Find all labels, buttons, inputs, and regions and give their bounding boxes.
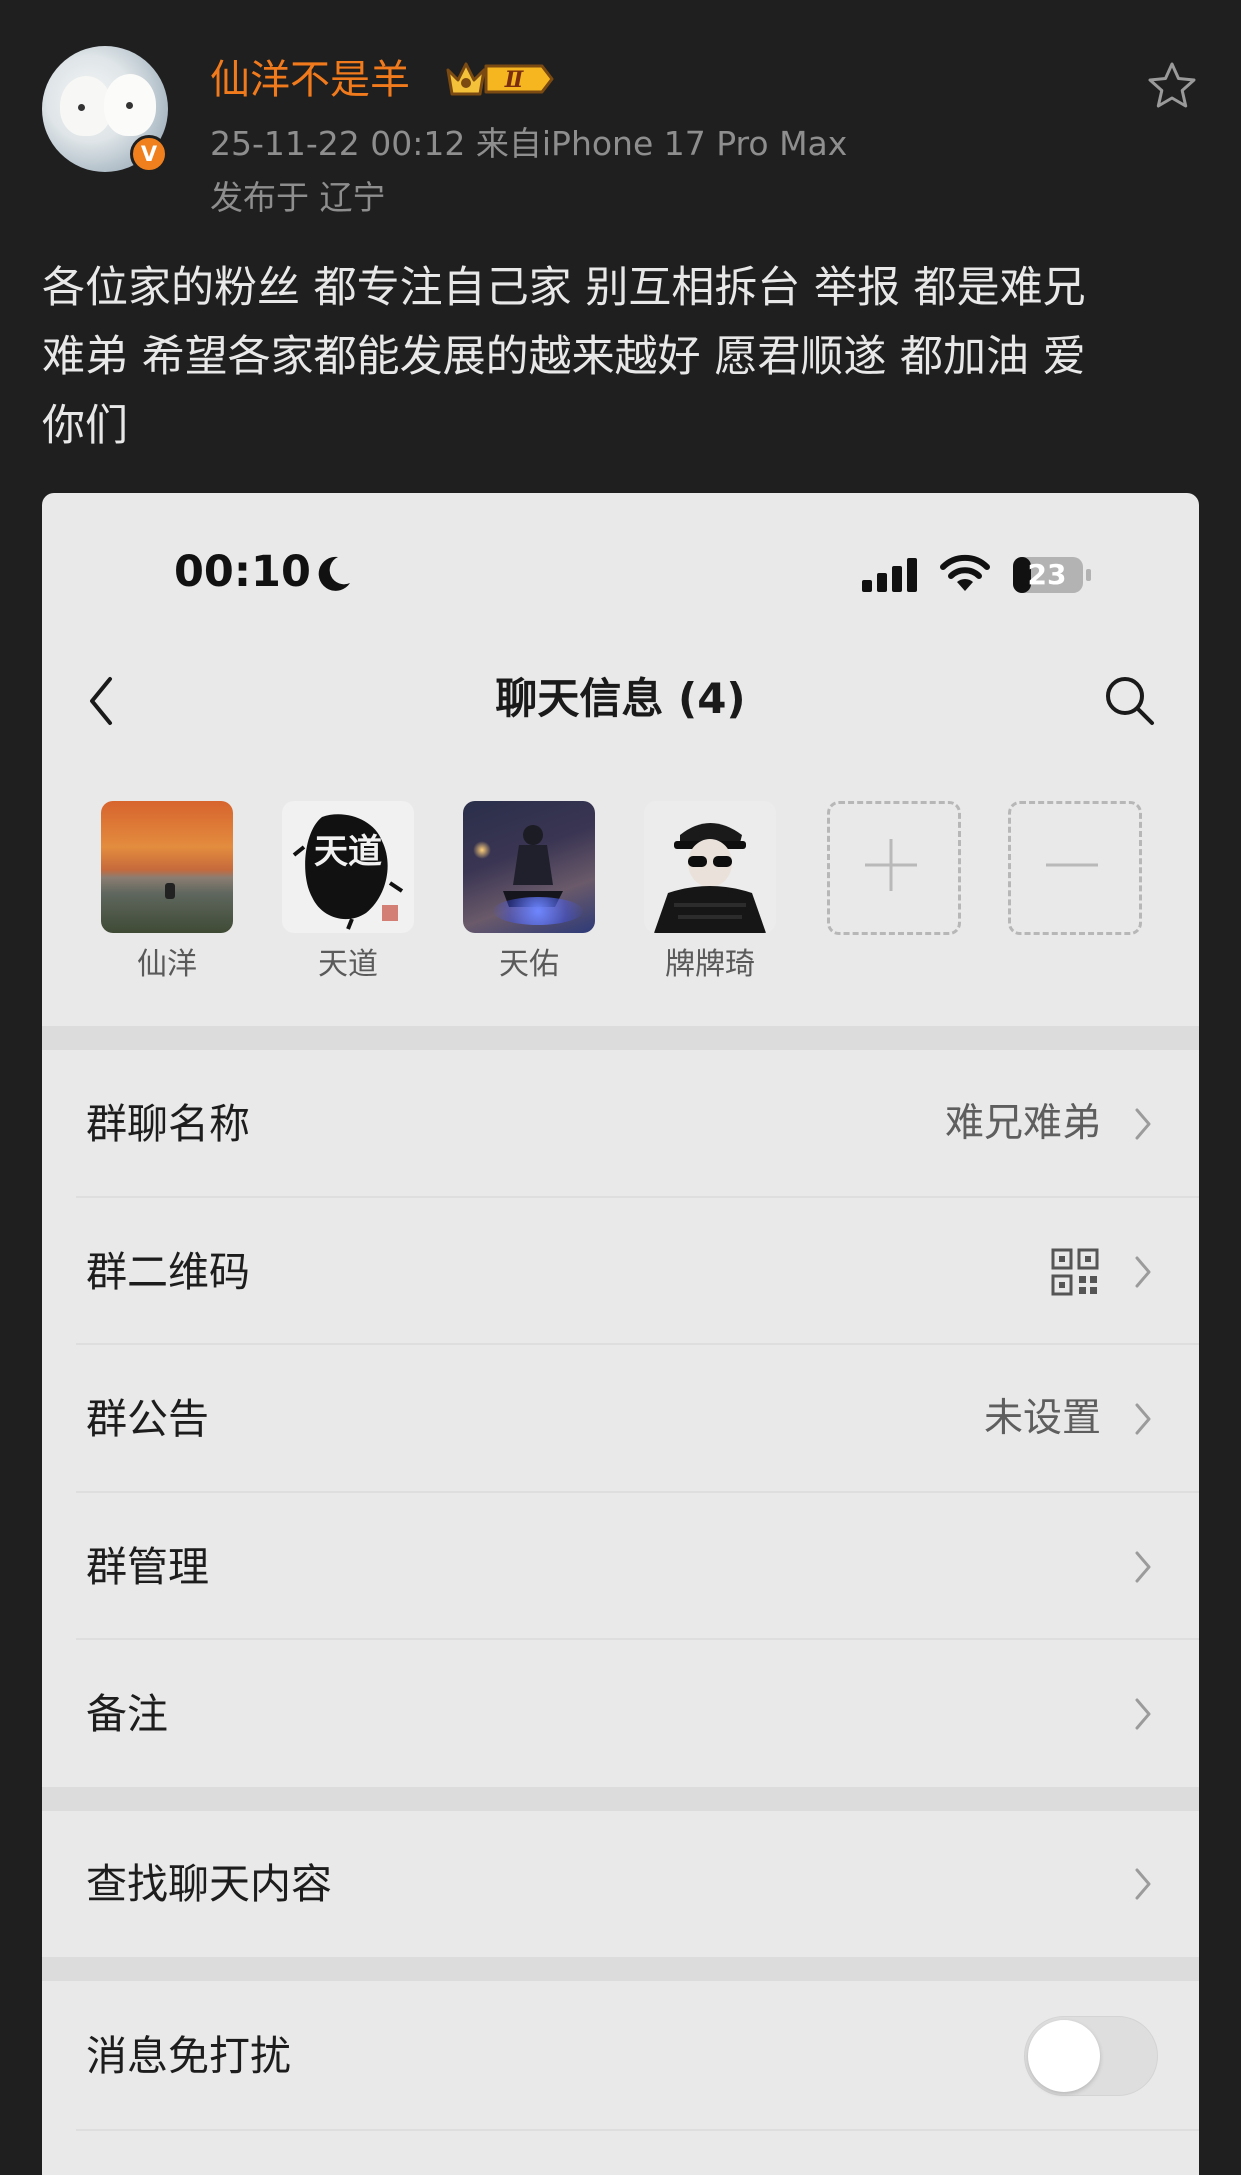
section-divider	[42, 1957, 1199, 1981]
mute-toggle[interactable]	[1024, 2016, 1158, 2096]
member-name: 天道	[318, 947, 378, 982]
setting-label: 查找聊天内容	[86, 1860, 332, 1908]
setting-row-manage[interactable]: 群管理	[42, 1493, 1199, 1640]
night-motorbike-avatar	[463, 801, 595, 933]
post-location: 发布于 辽宁	[210, 178, 386, 217]
signal-icon	[862, 558, 917, 592]
setting-row-qr-code[interactable]: 群二维码	[42, 1198, 1199, 1345]
qr-code-icon	[1051, 1248, 1099, 1296]
add-member-button[interactable]	[827, 801, 961, 935]
setting-label: 群聊名称	[86, 1100, 250, 1148]
sunglasses-avatar	[644, 801, 776, 933]
member-item[interactable]: 天道 天道	[282, 801, 414, 985]
mute-notifications-row[interactable]: 消息免打扰	[42, 1981, 1199, 2131]
calligraphy-avatar: 天道	[282, 801, 414, 933]
member-item[interactable]: 牌牌琦	[644, 801, 776, 985]
post-body-text: 各位家的粉丝 都专注自己家 别互相拆台 举报 都是难兄 难弟 希望各家都能发展的…	[42, 263, 1086, 451]
toggle-knob	[1028, 2020, 1100, 2092]
section-divider	[42, 1026, 1199, 1050]
section-divider	[42, 1787, 1199, 1811]
setting-row-remark[interactable]: 备注	[42, 1640, 1199, 1787]
sunset-sea-avatar	[101, 801, 233, 933]
moon-icon	[318, 556, 350, 591]
post-meta: 25-11-22 00:12 来自iPhone 17 Pro Max	[210, 124, 848, 163]
member-item[interactable]: 仙洋	[101, 801, 233, 985]
vip-crown-icon: Ⅱ	[446, 62, 554, 96]
setting-value: 难兄难弟	[944, 1101, 1101, 1146]
setting-value: 未设置	[983, 1396, 1101, 1441]
search-icon[interactable]	[1102, 673, 1156, 727]
battery-icon: 23	[1012, 556, 1092, 594]
setting-label: 群管理	[86, 1543, 209, 1591]
setting-label: 消息免打扰	[86, 2032, 291, 2080]
chevron-right-icon	[1135, 1108, 1151, 1140]
verified-badge: V	[130, 135, 168, 173]
star-outline-icon[interactable]	[1146, 60, 1198, 112]
setting-row-announcement[interactable]: 群公告 未设置	[42, 1345, 1199, 1493]
chevron-right-icon	[1135, 1551, 1151, 1583]
minus-icon	[1046, 863, 1098, 867]
chevron-right-icon	[1135, 1698, 1151, 1730]
remove-member-button[interactable]	[1008, 801, 1142, 935]
chevron-right-icon	[1135, 1868, 1151, 1900]
battery-level: 23	[1027, 558, 1067, 591]
setting-label: 备注	[86, 1690, 168, 1738]
member-name: 仙洋	[137, 947, 197, 982]
embedded-screenshot[interactable]: 00:10 23 聊天信息 (4) 仙洋 天道 天道 天佑 牌牌琦 群聊名称 难…	[42, 493, 1199, 2175]
row-divider	[76, 2129, 1199, 2131]
avatar-calligraphy-1: 天道	[314, 832, 382, 872]
setting-row-group-name[interactable]: 群聊名称 难兄难弟	[42, 1050, 1199, 1198]
setting-label: 群二维码	[86, 1248, 250, 1296]
wifi-icon	[940, 554, 990, 591]
chevron-right-icon	[1135, 1403, 1151, 1435]
member-name: 牌牌琦	[665, 947, 755, 982]
member-item[interactable]: 天佑	[463, 801, 595, 985]
author-name[interactable]: 仙洋不是羊	[210, 55, 410, 105]
setting-label: 群公告	[86, 1395, 209, 1443]
vip-level-text: Ⅱ	[504, 67, 525, 93]
member-name: 天佑	[499, 947, 559, 982]
search-chat-history-row[interactable]: 查找聊天内容	[42, 1811, 1199, 1957]
page-title: 聊天信息 (4)	[495, 674, 746, 723]
status-time: 00:10	[174, 547, 311, 597]
chevron-right-icon	[1135, 1256, 1151, 1288]
plus-icon	[865, 839, 917, 891]
